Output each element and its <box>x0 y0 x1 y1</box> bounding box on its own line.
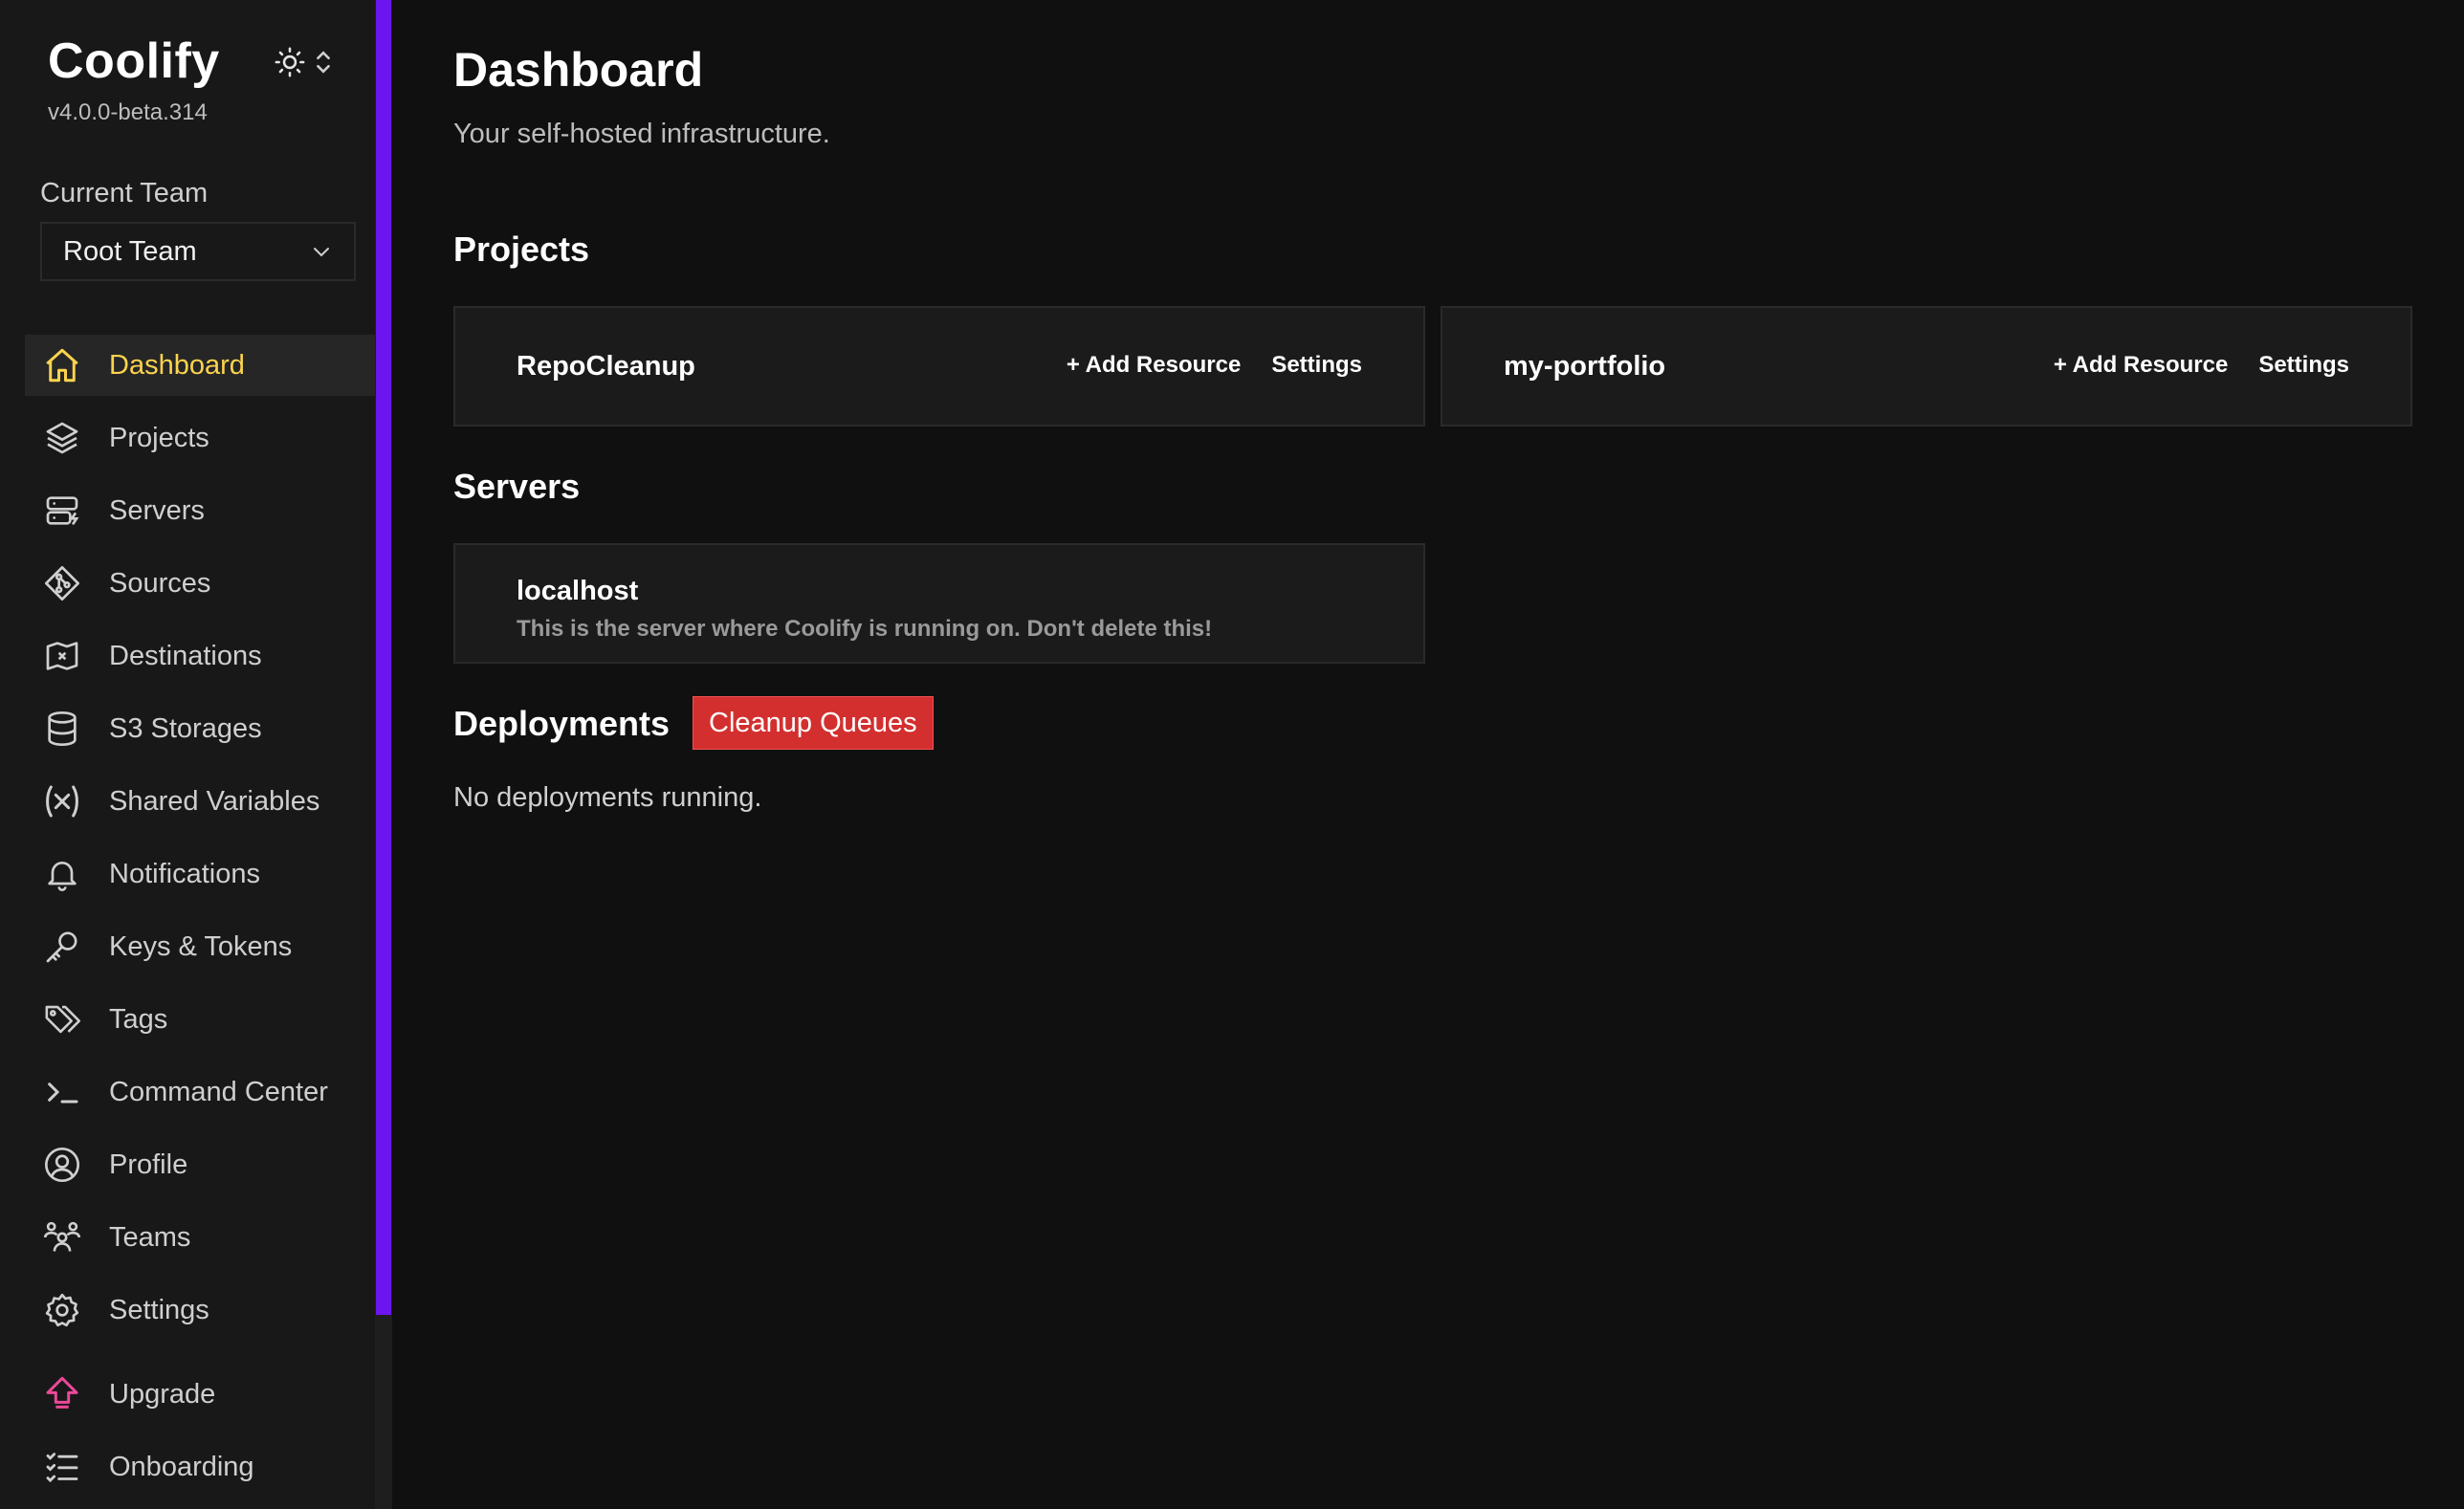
page-subtitle: Your self-hosted infrastructure. <box>453 119 830 149</box>
sidebar-item-destinations[interactable]: Destinations <box>25 625 375 687</box>
sidebar-item-label: Destinations <box>109 640 262 671</box>
sidebar-item-label: Notifications <box>109 858 260 889</box>
tags-icon <box>40 997 84 1041</box>
no-deployments-text: No deployments running. <box>453 782 762 813</box>
sidebar-item-label: Settings <box>109 1294 209 1325</box>
server-card[interactable]: localhost This is the server where Cooli… <box>453 543 1425 664</box>
sidebar-item-label: Shared Variables <box>109 785 320 817</box>
sidebar-item-profile[interactable]: Profile <box>25 1134 375 1195</box>
project-actions: + Add Resource Settings <box>2054 352 2349 379</box>
brand-version: v4.0.0-beta.314 <box>48 99 208 125</box>
server-description: This is the server where Coolify is runn… <box>517 616 1213 642</box>
layers-icon <box>40 416 84 460</box>
home-icon <box>40 343 84 387</box>
sidebar-item-s3-storages[interactable]: S3 Storages <box>25 698 375 759</box>
users-icon <box>40 1215 84 1259</box>
team-select-value: Root Team <box>63 235 197 267</box>
database-icon <box>40 707 84 751</box>
sidebar-scrollbar-thumb[interactable] <box>376 0 391 1315</box>
upgrade-icon <box>40 1372 84 1416</box>
sidebar-item-label: Tags <box>109 1003 168 1035</box>
page-title: Dashboard <box>453 43 704 97</box>
key-icon <box>40 925 84 969</box>
gear-icon <box>40 1288 84 1332</box>
sidebar-item-upgrade[interactable]: Upgrade <box>25 1364 375 1425</box>
sidebar-item-label: Sources <box>109 567 211 599</box>
variable-icon <box>40 779 84 823</box>
destination-icon <box>40 634 84 678</box>
add-resource-button[interactable]: + Add Resource <box>2054 352 2229 379</box>
project-settings-button[interactable]: Settings <box>2258 352 2349 379</box>
sidebar-item-label: Command Center <box>109 1076 328 1107</box>
sidebar-item-servers[interactable]: Servers <box>25 480 375 541</box>
project-card[interactable]: RepoCleanup + Add Resource Settings <box>453 306 1425 426</box>
checklist-icon <box>40 1445 84 1489</box>
sidebar-item-keys-tokens[interactable]: Keys & Tokens <box>25 916 375 977</box>
projects-title: Projects <box>453 230 590 269</box>
brand-name[interactable]: Coolify <box>48 36 220 86</box>
sidebar-item-onboarding[interactable]: Onboarding <box>25 1436 375 1498</box>
sidebar-item-settings[interactable]: Settings <box>25 1279 375 1341</box>
sidebar-item-tags[interactable]: Tags <box>25 989 375 1050</box>
sidebar-item-projects[interactable]: Projects <box>25 407 375 469</box>
chevron-down-icon <box>310 240 333 263</box>
sidebar-item-label: Servers <box>109 494 205 526</box>
sidebar-item-label: Keys & Tokens <box>109 930 293 962</box>
sidebar-item-notifications[interactable]: Notifications <box>25 843 375 905</box>
team-select[interactable]: Root Team <box>40 222 356 281</box>
add-resource-button[interactable]: + Add Resource <box>1067 352 1242 379</box>
terminal-icon <box>40 1070 84 1114</box>
sidebar-item-label: Teams <box>109 1221 191 1253</box>
deployments-title: Deployments <box>453 704 671 743</box>
sidebar: Coolify v4.0.0-beta.314 Current Team Roo… <box>0 0 375 1509</box>
sidebar-item-teams[interactable]: Teams <box>25 1207 375 1268</box>
servers-title: Servers <box>453 467 581 506</box>
server-name: localhost <box>517 576 639 606</box>
sidebar-item-dashboard[interactable]: Dashboard <box>25 335 375 396</box>
project-actions: + Add Resource Settings <box>1067 352 1362 379</box>
project-settings-button[interactable]: Settings <box>1271 352 1362 379</box>
sun-icon <box>274 46 306 78</box>
project-card[interactable]: my-portfolio + Add Resource Settings <box>1441 306 2412 426</box>
sidebar-item-sources[interactable]: Sources <box>25 553 375 614</box>
sidebar-nav: Dashboard Projects Servers Sources Desti… <box>25 335 375 1509</box>
git-icon <box>40 561 84 605</box>
sidebar-item-shared-variables[interactable]: Shared Variables <box>25 771 375 832</box>
user-icon <box>40 1143 84 1187</box>
sidebar-item-command-center[interactable]: Command Center <box>25 1061 375 1123</box>
brand: Coolify v4.0.0-beta.314 <box>48 36 220 126</box>
sidebar-item-label: Onboarding <box>109 1451 254 1482</box>
sidebar-item-label: Upgrade <box>109 1378 216 1410</box>
sidebar-item-label: Profile <box>109 1148 188 1180</box>
server-icon <box>40 489 84 533</box>
bell-icon <box>40 852 84 896</box>
project-name[interactable]: RepoCleanup <box>517 351 695 383</box>
project-name[interactable]: my-portfolio <box>1504 351 1665 383</box>
sidebar-item-label: Projects <box>109 422 209 453</box>
current-team-label: Current Team <box>40 178 209 208</box>
sidebar-item-label: S3 Storages <box>109 712 262 744</box>
sidebar-item-label: Dashboard <box>109 349 245 381</box>
chevron-updown-icon <box>314 49 333 76</box>
cleanup-queues-button[interactable]: Cleanup Queues <box>693 696 934 750</box>
theme-toggle[interactable] <box>274 46 333 78</box>
